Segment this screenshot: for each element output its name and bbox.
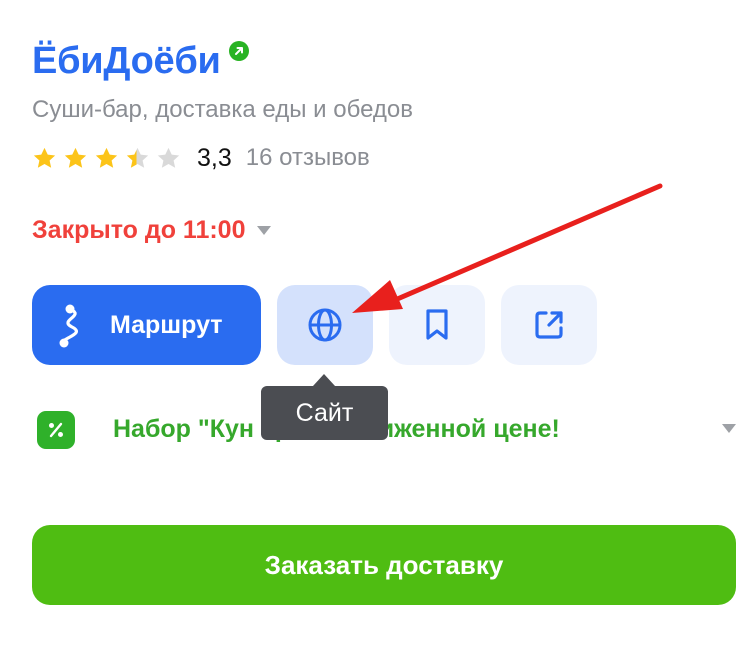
star-partial-icon <box>126 147 149 168</box>
place-card: ЁбиДоёби Суши-бар, доставка еды и обедов <box>0 0 751 647</box>
bookmark-icon <box>426 309 448 340</box>
chevron-down-icon[interactable] <box>722 424 736 433</box>
verified-arrow-icon[interactable] <box>228 41 249 61</box>
route-icon <box>59 304 78 348</box>
order-delivery-button[interactable]: Заказать доставку <box>32 525 736 605</box>
bookmark-button[interactable] <box>389 285 485 365</box>
chevron-down-icon <box>257 225 272 235</box>
hours-status[interactable]: Закрыто до 11:00 <box>32 214 272 246</box>
rating-value: 3,3 <box>197 143 232 172</box>
site-button[interactable] <box>277 285 373 365</box>
share-button[interactable] <box>501 285 597 365</box>
percent-icon <box>37 411 75 449</box>
title-row: ЁбиДоёби <box>32 38 249 84</box>
place-title[interactable]: ЁбиДоёби <box>32 38 221 84</box>
route-button-label: Маршрут <box>110 310 223 339</box>
star-full-icon <box>95 147 118 168</box>
star-empty-icon <box>157 147 180 168</box>
place-category: Суши-бар, доставка еды и обедов <box>32 96 413 123</box>
rating-stars <box>32 146 181 171</box>
globe-icon <box>308 308 342 342</box>
hours-status-text: Закрыто до 11:00 <box>32 215 246 244</box>
site-tooltip: Сайт <box>261 386 388 440</box>
star-full-icon <box>64 147 87 168</box>
route-button[interactable]: Маршрут <box>32 285 261 365</box>
star-full-icon <box>33 147 56 168</box>
rating-row[interactable]: 3,3 16 отзывов <box>32 143 370 173</box>
share-icon <box>535 311 563 339</box>
reviews-count[interactable]: 16 отзывов <box>246 144 370 172</box>
tooltip-pointer <box>313 374 335 386</box>
